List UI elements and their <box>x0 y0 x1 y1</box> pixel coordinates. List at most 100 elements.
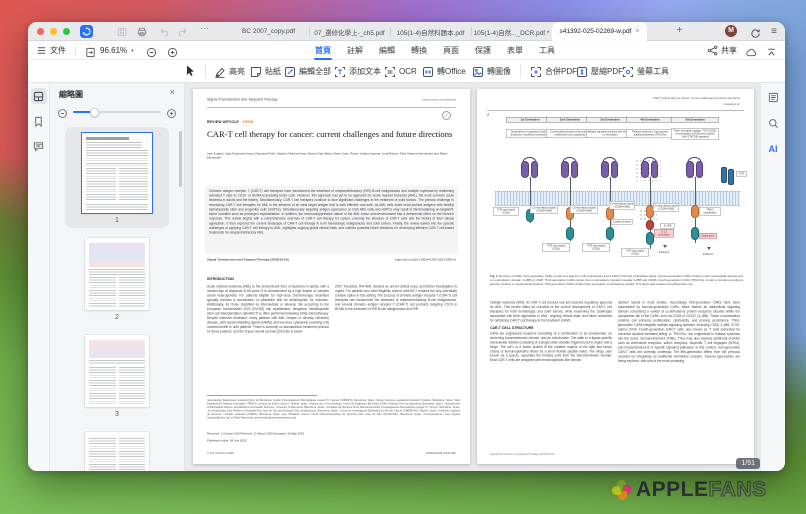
ribbon-tab-pages[interactable]: 頁面 <box>442 42 460 59</box>
zoom-in-button[interactable] <box>167 45 178 56</box>
body-column-1: Acute myeloid leukemia (AML) is the pred… <box>207 285 329 334</box>
cd3z-domain <box>646 232 654 245</box>
ribbon-tab-forms[interactable]: 表單 <box>506 42 524 59</box>
document-viewport[interactable]: Signal Transduction and Targeted Therapy… <box>185 83 760 471</box>
redo-button[interactable] <box>177 26 189 38</box>
thumbnail-page-2[interactable]: 2 <box>65 232 169 325</box>
ribbon-tab-edit[interactable]: 編輯 <box>378 42 396 59</box>
thumbnail-page-4[interactable]: 4 <box>65 426 169 471</box>
thumbnails-panel-button[interactable] <box>31 88 47 104</box>
tool-screen-capture[interactable]: 螢幕工具 <box>622 63 669 80</box>
zoom-out-button[interactable] <box>146 45 157 56</box>
close-window-button[interactable] <box>37 28 44 35</box>
bookmarks-panel-button[interactable] <box>31 113 47 129</box>
tool-compress-pdf[interactable]: 壓縮PDF <box>576 63 623 80</box>
slider-zoom-out-icon[interactable] <box>57 106 68 117</box>
add-text-icon <box>334 66 346 78</box>
zoom-window-button[interactable] <box>63 28 70 35</box>
tool-convert-office[interactable]: 轉Office <box>422 63 466 80</box>
thumbnail-page-3[interactable]: 3 <box>65 329 169 422</box>
ribbon-tab-protect[interactable]: 保護 <box>474 42 492 59</box>
tool-edit-all[interactable]: 編輯全部 <box>284 63 331 80</box>
search-icon <box>768 118 779 129</box>
thumbnail-page-1[interactable]: 1 <box>65 127 169 228</box>
published-line: Published online: 04 July 2025 <box>207 439 407 443</box>
ai-assistant-button[interactable]: AI <box>765 141 781 157</box>
tab-document-4[interactable]: 105(1-4)自然..._DCR.pdf * <box>471 22 552 41</box>
outline-panel-button[interactable] <box>765 89 781 105</box>
collapse-toolbar-icon[interactable] <box>766 45 777 56</box>
thumbnails-icon <box>33 91 44 102</box>
panel-close-icon[interactable]: × <box>170 87 175 97</box>
slider-track[interactable] <box>73 111 161 113</box>
share-button[interactable]: 共享 <box>707 45 737 56</box>
body-column-1: multiple myeloma (MM), no CAR-T cell pro… <box>490 301 612 363</box>
cd3z-domain <box>606 227 614 240</box>
select-cursor-tool[interactable] <box>184 64 199 79</box>
search-button[interactable] <box>765 115 781 131</box>
account-avatar[interactable]: M <box>725 25 737 37</box>
new-tab-button[interactable]: + <box>673 25 686 38</box>
chevron-down-icon[interactable]: ▾ <box>131 48 134 54</box>
slider-knob[interactable] <box>90 108 99 117</box>
down-arrow-icon <box>707 247 711 250</box>
right-sidebar-rail: AI <box>760 83 785 471</box>
save-button[interactable] <box>116 26 128 38</box>
logo-fans-text: FANS <box>709 478 767 501</box>
tool-ocr[interactable]: OCR <box>384 63 417 80</box>
ribbon-tab-convert[interactable]: 轉換 <box>410 42 428 59</box>
tools-toolbar: 高亮 貼紙 編輯全部 添加文本 OCR 轉Office <box>28 60 785 83</box>
ribbon-tab-home[interactable]: 首頁 <box>314 42 332 59</box>
tab-document-1[interactable]: BC 2007_copy.pdf <box>228 22 309 41</box>
highlight-icon <box>214 66 226 78</box>
merge-pdf-icon <box>530 66 542 78</box>
thumbnail-list: 1 2 <box>50 127 184 471</box>
minimize-window-button[interactable] <box>50 28 57 35</box>
more-actions-button[interactable]: ⋯ <box>200 23 209 34</box>
tab-close-icon[interactable]: × <box>635 28 639 35</box>
undo-button[interactable] <box>158 26 170 38</box>
thumbnail-size-slider <box>50 105 184 119</box>
thumbnail-page-number: 2 <box>115 314 119 321</box>
window-menu-icon[interactable]: ≡ <box>768 26 780 38</box>
page-fit-icon[interactable] <box>85 45 96 56</box>
ribbon-tab-tools[interactable]: 工具 <box>538 42 556 59</box>
sync-icon[interactable] <box>750 26 762 38</box>
tool-sticker[interactable]: 貼紙 <box>250 63 281 80</box>
abstract-box: Chimeric antigen receptor T (CAR-T) cell… <box>205 186 458 254</box>
tool-add-text[interactable]: 添加文本 <box>334 63 381 80</box>
scfv-domain <box>601 161 609 178</box>
print-button[interactable] <box>136 26 148 38</box>
zoom-control[interactable]: 96.61% ▾ <box>100 46 134 55</box>
divider <box>487 110 744 111</box>
thumbnails-panel: 縮略圖 × <box>50 83 185 471</box>
sticker-icon <box>250 66 262 78</box>
tab-document-2[interactable]: 07_選修化學上-_ch5.pdf <box>309 22 390 41</box>
scfv-domain <box>531 161 539 178</box>
panel-scrollbar[interactable] <box>179 131 182 187</box>
page-indicator-badge[interactable]: 1/51 <box>736 458 760 469</box>
publisher-mark: SPRINGER NATURE <box>313 452 456 456</box>
pdf-app-window: ⋯ BC 2007_copy.pdf 07_選修化學上-_ch5.pdf 105… <box>28 22 785 471</box>
tool-merge-pdf[interactable]: 合併PDF <box>530 63 577 80</box>
pdf-page-2[interactable]: CAR-T cell therapy for cancer: current c… <box>477 89 754 464</box>
tab-document-3[interactable]: 105(1-4)自然科題本.pdf <box>390 22 471 41</box>
zoom-level-value[interactable]: 96.61% <box>100 46 127 55</box>
figure-generation-5: 5th Generation Three synergistic signals… <box>672 117 718 273</box>
tab-document-active[interactable]: s41392-025-02269-w.pdf × <box>552 22 647 41</box>
traffic-lights <box>37 28 70 35</box>
ribbon-tab-annotate[interactable]: 註解 <box>346 42 364 59</box>
body-column-2: desired results in most studies. Accordi… <box>618 301 740 364</box>
divider <box>520 65 521 78</box>
pdf-page-1[interactable]: Signal Transduction and Targeted Therapy… <box>193 89 470 464</box>
cloud-icon[interactable] <box>746 45 757 56</box>
annotations-panel-button[interactable] <box>31 138 47 154</box>
scfv-domain <box>696 161 704 178</box>
slider-zoom-in-icon[interactable] <box>166 106 177 117</box>
tool-highlight[interactable]: 高亮 <box>214 63 245 80</box>
section-heading-structure: CAR-T CELL STRUCTURE <box>490 326 612 331</box>
tool-convert-image[interactable]: 轉圖像 <box>472 63 511 80</box>
cd3z-domain <box>691 227 699 240</box>
file-menu-button[interactable]: 文件 <box>36 45 66 56</box>
figure-1-car-generations: 1st Generation Dependent on exogenous cy… <box>487 117 744 273</box>
